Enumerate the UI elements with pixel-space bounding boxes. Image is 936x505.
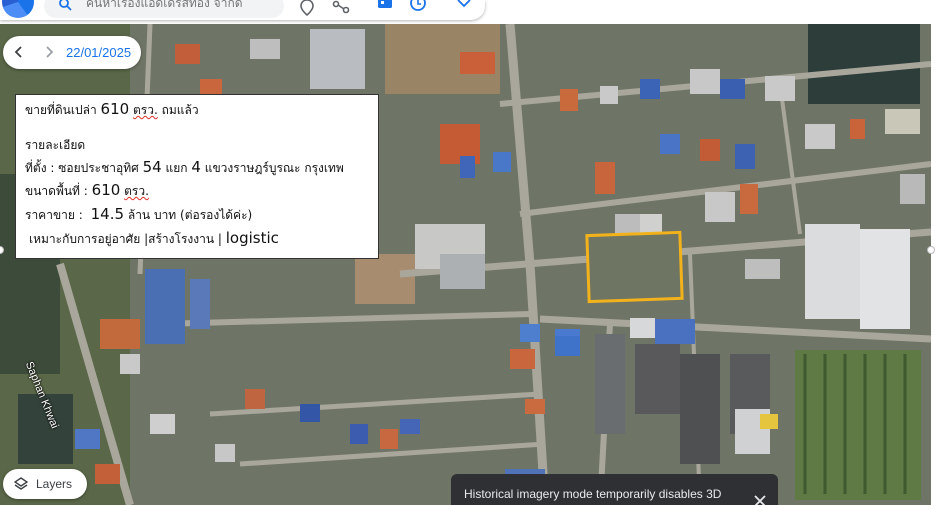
- layers-button[interactable]: Layers: [3, 469, 87, 499]
- resize-handle-right[interactable]: [927, 246, 935, 254]
- top-toolbar: [0, 0, 485, 20]
- pin-icon[interactable]: [298, 0, 316, 16]
- route-icon[interactable]: [332, 0, 350, 16]
- listing-location: ที่ตั้ง : ซอยประชาอุทิศ 54 แยก 4 แขวงราษ…: [25, 158, 344, 176]
- search-icon[interactable]: [58, 0, 72, 11]
- imagery-date-control: 22/01/2025: [3, 36, 141, 69]
- land-listing-annotation: ขายที่ดินเปล่า 610 ตรว. ถมแล้ว รายละเอีย…: [15, 94, 379, 259]
- listing-price: ราคาขาย : 14.5 ล้าน บาท (ต่อรองได้ค่ะ): [25, 205, 253, 223]
- land-plot-area: [588, 234, 681, 300]
- layers-icon: [14, 477, 28, 490]
- chevron-right-icon[interactable]: [41, 44, 57, 60]
- listing-area: ขนาดพื้นที่ : 610 ตรว.: [25, 181, 149, 199]
- search-input[interactable]: [86, 0, 276, 10]
- close-icon[interactable]: [753, 494, 767, 505]
- chevron-left-icon[interactable]: [11, 44, 27, 60]
- layers-label: Layers: [36, 477, 73, 491]
- details-heading: รายละเอียด: [25, 138, 86, 152]
- calendar-icon[interactable]: [376, 0, 394, 16]
- search-box[interactable]: [44, 0, 284, 18]
- diamond-icon[interactable]: [455, 0, 473, 16]
- listing-usage: เหมาะกับการอยู่อาศัย |สร้างโรงงาน | logi…: [29, 229, 279, 247]
- toast-message: Historical imagery mode temporarily disa…: [464, 487, 722, 501]
- imagery-date[interactable]: 22/01/2025: [66, 45, 131, 60]
- notification-toast: Historical imagery mode temporarily disa…: [451, 474, 778, 505]
- listing-title: ขายที่ดินเปล่า 610 ตรว. ถมแล้ว: [25, 100, 199, 118]
- history-icon[interactable]: [409, 0, 427, 16]
- app-logo[interactable]: [2, 0, 34, 18]
